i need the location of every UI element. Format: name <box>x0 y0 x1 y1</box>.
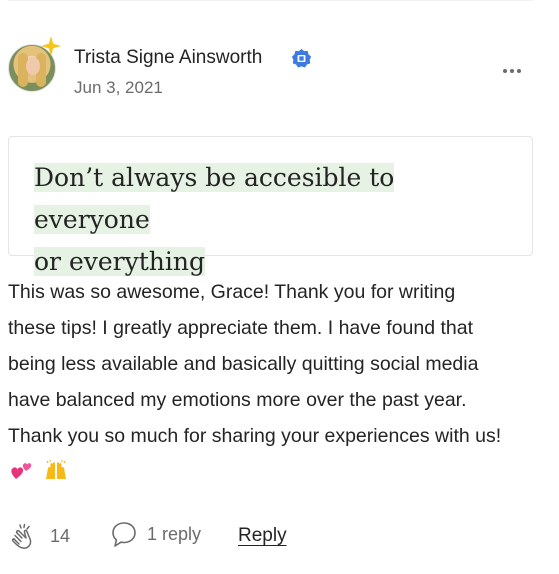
avatar-face <box>26 57 40 75</box>
clap-icon <box>11 523 32 549</box>
verified-badge-icon <box>291 48 312 68</box>
more-options-button[interactable] <box>498 62 526 80</box>
clap-count: 14 <box>50 525 71 546</box>
comment-header: Trista Signe Ainsworth Jun 3, 2021 <box>8 36 533 104</box>
comment-line: these tips! I greatly appreciate them. I… <box>8 317 474 339</box>
comment-body: This was so awesome, Grace! Thank you fo… <box>8 274 543 454</box>
author-avatar-button[interactable] <box>8 36 61 92</box>
post-date: Jun 3, 2021 <box>74 78 163 97</box>
comment-line: have balanced my emotions more over the … <box>8 389 467 411</box>
quote-line-2: or everything <box>34 247 205 276</box>
raising-hands-emoji <box>46 460 66 479</box>
highlighted-quote-card[interactable]: Don’t always be accesible to everyone or… <box>8 136 533 276</box>
sparkle-icon <box>41 36 61 56</box>
more-horizontal-icon <box>503 69 507 73</box>
speech-bubble-icon <box>112 522 136 547</box>
emoji-row <box>10 458 68 482</box>
highlighted-quote: Don’t always be accesible to everyone or… <box>34 157 504 283</box>
clap-button[interactable]: 14 <box>8 520 70 552</box>
author-name-link[interactable]: Trista Signe Ainsworth <box>74 47 262 69</box>
comment-line: This was so awesome, Grace! Thank you fo… <box>8 281 456 303</box>
reply-count: 1 reply <box>147 523 202 544</box>
more-horizontal-icon-dot <box>517 69 521 73</box>
two-hearts-emoji <box>11 463 32 479</box>
more-horizontal-icon-dot <box>510 69 514 73</box>
quote-line-1: Don’t always be accesible to everyone <box>34 163 395 234</box>
top-divider <box>8 0 533 1</box>
show-replies-button[interactable]: 1 reply <box>111 520 201 548</box>
comment-actions: 14 1 reply Reply <box>8 518 533 554</box>
reply-button[interactable]: Reply <box>238 525 287 547</box>
comment-line: being less available and basically quitt… <box>8 353 479 375</box>
comment-line: Thank you so much for sharing your exper… <box>8 425 502 447</box>
